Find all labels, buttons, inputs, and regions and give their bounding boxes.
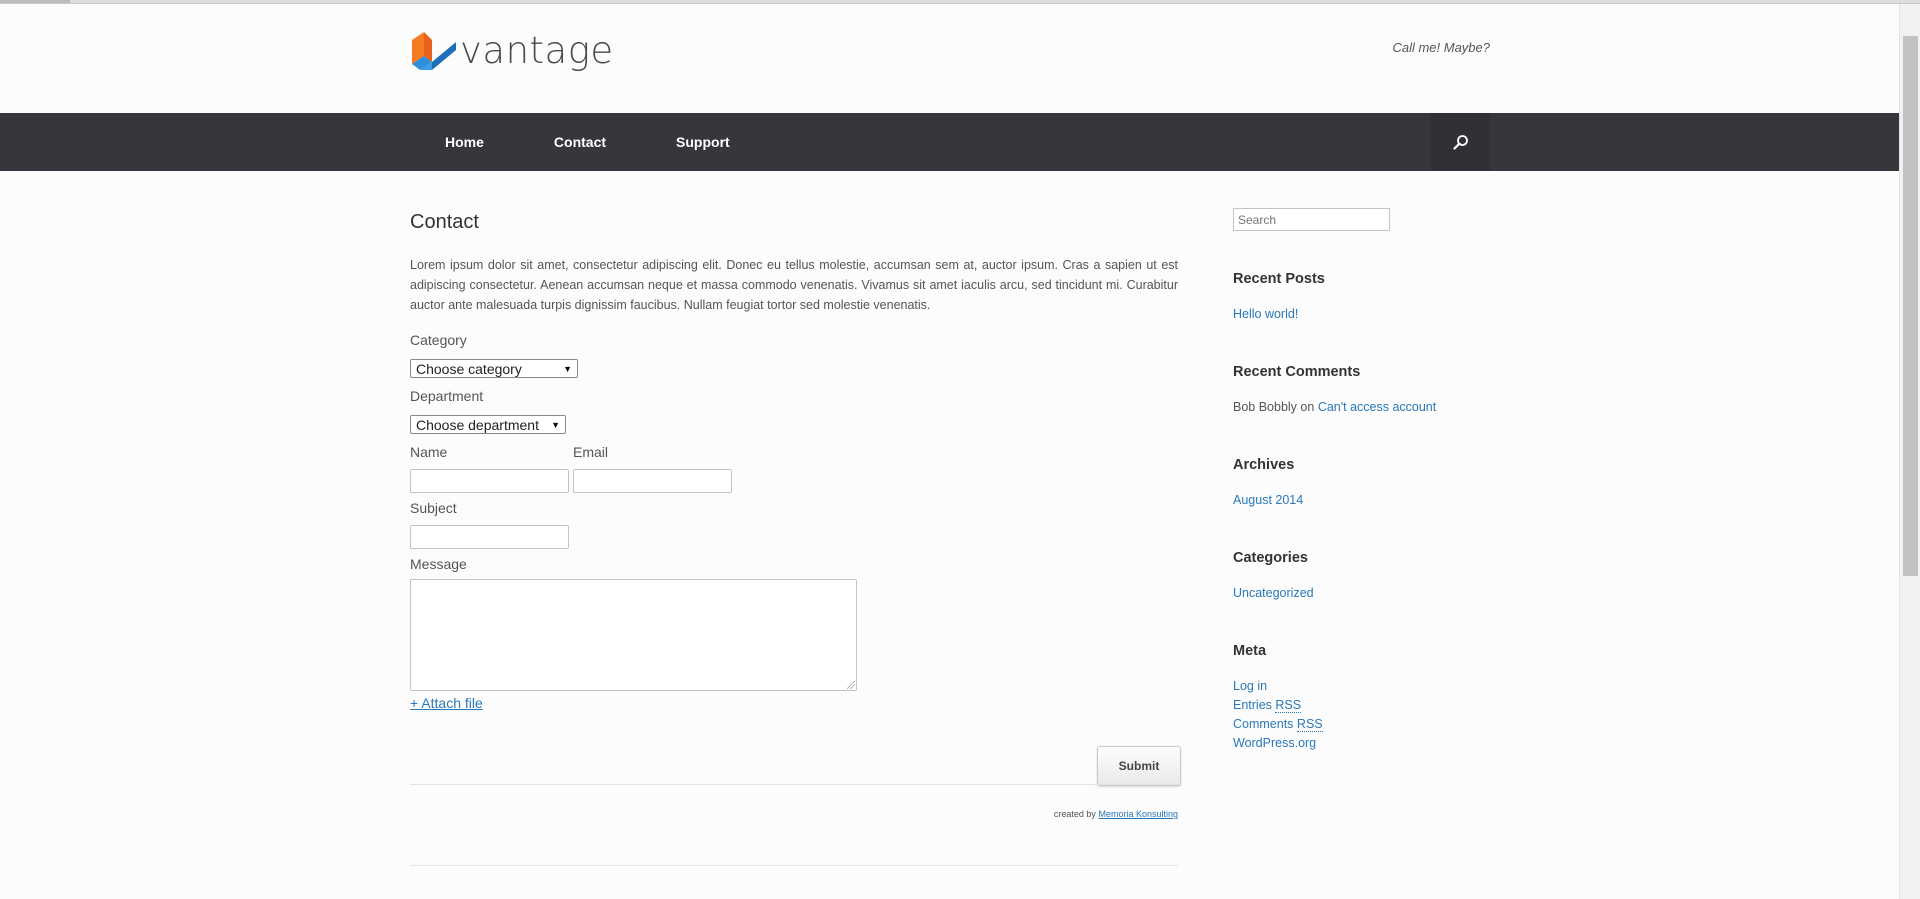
archives-title: Archives [1233,457,1295,473]
meta-title: Meta [1233,643,1267,659]
categories-title: Categories [1233,550,1308,566]
comment-author: Bob Bobbly [1233,400,1297,414]
email-label: Email [573,444,609,460]
page-title: Contact [410,211,479,233]
department-label: Department [410,388,484,404]
comment-on: on [1300,400,1315,414]
email-input[interactable] [573,469,732,493]
site-logo[interactable]: vantage [410,26,614,74]
message-label: Message [410,556,467,572]
rss-abbr: RSS [1296,717,1323,732]
nav-item-home[interactable]: Home [410,113,519,171]
meta-comments-label: Comments [1233,717,1294,731]
meta-wordpress-link[interactable]: WordPress.org [1233,736,1316,750]
recent-post-link[interactable]: Hello world! [1233,307,1298,321]
meta-comments-rss-link[interactable]: Comments RSS [1233,717,1323,732]
site-header: vantage Call me! Maybe? [0,4,1899,112]
recent-comment-item: Bob Bobbly on Can't access account [1233,400,1436,414]
name-label: Name [410,444,448,460]
header-tagline: Call me! Maybe? [1392,40,1490,55]
resize-grip-icon[interactable] [847,681,855,689]
credit-prefix: created by [1053,809,1096,819]
name-input[interactable] [410,469,569,493]
category-link[interactable]: Uncategorized [1233,586,1314,600]
nav-item-contact[interactable]: Contact [519,113,641,171]
page-scrollbar[interactable] [1899,4,1920,899]
browser-tab-edge [0,0,70,3]
category-select[interactable]: Choose category ▼ [410,359,578,378]
nav-item-support[interactable]: Support [641,113,765,171]
meta-entries-rss-link[interactable]: Entries RSS [1233,698,1302,713]
rss-abbr: RSS [1275,698,1302,713]
department-select[interactable]: Choose department ▼ [410,415,566,434]
footer-divider [410,865,1178,866]
sidebar-search-input[interactable] [1233,208,1390,231]
credit-link[interactable]: Memoria Konsulting [1098,809,1178,819]
attach-file-link[interactable]: + Attach file [410,695,483,711]
logo-text: vantage [460,28,614,72]
recent-posts-title: Recent Posts [1233,271,1325,287]
nav-search-button[interactable] [1431,113,1490,171]
subject-input[interactable] [410,525,569,549]
meta-login-link[interactable]: Log in [1233,679,1267,693]
scrollbar-thumb[interactable] [1903,36,1918,576]
vantage-logo-icon [412,32,456,70]
category-label: Category [410,332,467,348]
comment-post-link[interactable]: Can't access account [1318,400,1436,414]
submit-button[interactable]: Submit [1097,746,1181,786]
subject-label: Subject [410,500,457,516]
footer-credit: created by Memoria Konsulting [1054,809,1178,819]
department-select-value: Choose department [416,417,539,433]
dropdown-arrow-icon: ▼ [551,420,560,430]
meta-entries-label: Entries [1233,698,1272,712]
dropdown-arrow-icon: ▼ [563,364,572,374]
archive-link[interactable]: August 2014 [1233,493,1303,507]
search-icon [1452,135,1468,150]
category-select-value: Choose category [416,361,522,377]
divider [410,784,1178,785]
recent-comments-title: Recent Comments [1233,364,1361,380]
main-navigation: Home Contact Support [0,113,1899,171]
message-textarea[interactable] [410,579,857,691]
intro-paragraph: Lorem ipsum dolor sit amet, consectetur … [410,258,1178,312]
